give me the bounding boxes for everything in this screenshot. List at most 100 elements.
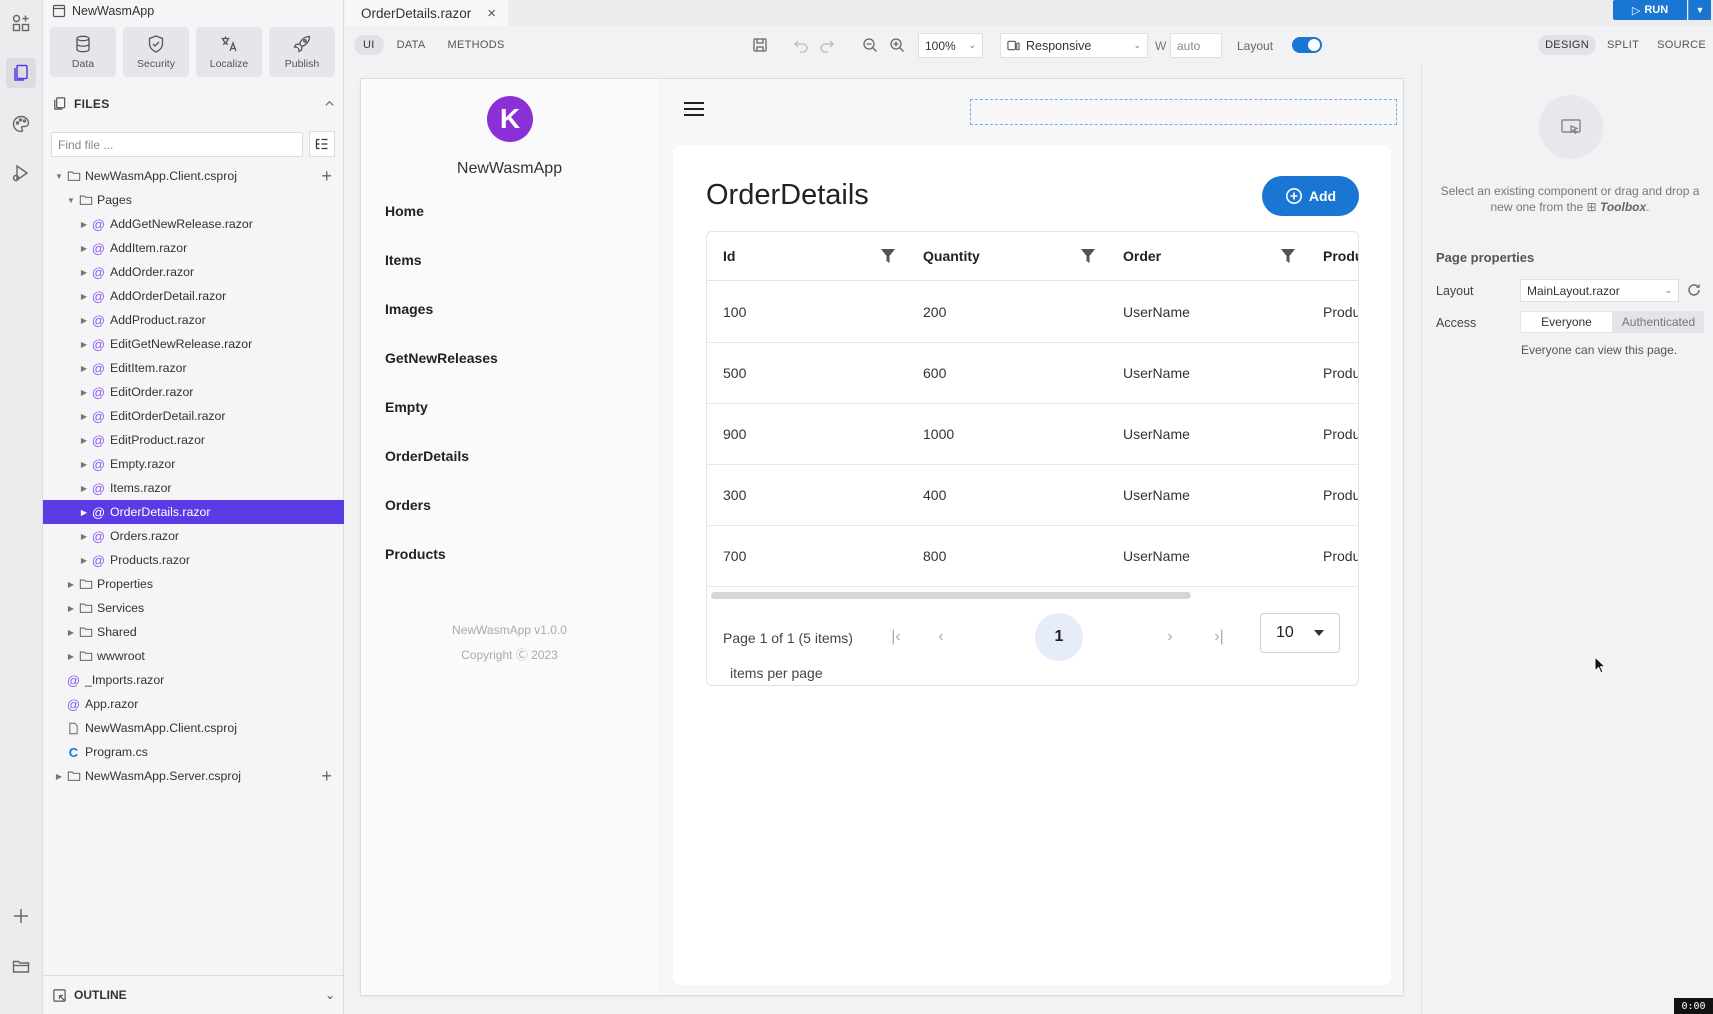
file-tree-item[interactable]: ▶ @ AddGetNewRelease.razor	[43, 212, 344, 236]
run-options-dropdown[interactable]: ▼	[1688, 0, 1711, 20]
tab-methods[interactable]: METHODS	[439, 35, 514, 55]
first-page-icon[interactable]: |‹	[886, 627, 906, 647]
caret-right-icon[interactable]: ▶	[78, 436, 90, 445]
design-canvas[interactable]: K NewWasmApp Home Items Images GetNewReleas…	[361, 79, 1403, 995]
file-tree-item[interactable]: ▶ @ Products.razor	[43, 548, 344, 572]
file-tree-item[interactable]: ▶ @ AddItem.razor	[43, 236, 344, 260]
file-tree-item[interactable]: ▶ wwwroot	[43, 644, 344, 668]
preview-nav-item[interactable]: Images	[385, 301, 433, 317]
chevron-down-icon[interactable]: ⌄	[325, 988, 335, 1002]
tab-data[interactable]: DATA	[388, 35, 435, 55]
tab-source[interactable]: SOURCE	[1650, 35, 1713, 55]
responsive-select[interactable]: Responsive ⌄	[1000, 33, 1148, 58]
file-tree-item[interactable]: @ _Imports.razor	[43, 668, 344, 692]
next-page-icon[interactable]: ›	[1160, 627, 1180, 647]
file-tree-item[interactable]: @ App.razor	[43, 692, 344, 716]
caret-right-icon[interactable]: ▶	[78, 316, 90, 325]
table-row[interactable]: 300 400 UserName Produ	[707, 465, 1358, 526]
files-section-header[interactable]: FILES	[52, 96, 335, 111]
table-row[interactable]: 900 1000 UserName Produ	[707, 404, 1358, 465]
file-tree-item[interactable]: ▶ @ OrderDetails.razor	[43, 500, 344, 524]
file-tree-item[interactable]: ▶ @ AddOrder.razor	[43, 260, 344, 284]
preview-nav-item[interactable]: Products	[385, 546, 446, 562]
chevron-up-icon[interactable]	[324, 98, 335, 109]
caret-right-icon[interactable]: ▶	[78, 508, 90, 517]
file-tree-item[interactable]: ▶ @ Items.razor	[43, 476, 344, 500]
caret-right-icon[interactable]: ▶	[78, 364, 90, 373]
tab-ui[interactable]: UI	[354, 35, 384, 55]
caret-right-icon[interactable]: ▶	[78, 220, 90, 229]
add-button[interactable]: Add	[1262, 176, 1359, 216]
grid-column-header[interactable]: Produ	[1307, 232, 1358, 280]
file-tree-item[interactable]: ▶ @ Orders.razor	[43, 524, 344, 548]
header-placeholder-selection[interactable]	[970, 99, 1397, 125]
file-tree-item[interactable]: ▶ NewWasmApp.Server.csproj +	[43, 764, 344, 788]
grid-column-header[interactable]: Quantity	[907, 232, 1107, 280]
filter-icon[interactable]	[1281, 248, 1295, 264]
layout-toggle[interactable]	[1292, 37, 1322, 53]
file-tree-item[interactable]: ▼ Pages	[43, 188, 344, 212]
caret-right-icon[interactable]: ▶	[65, 652, 77, 661]
table-row[interactable]: 500 600 UserName Produ	[707, 343, 1358, 404]
undo-icon[interactable]	[792, 36, 810, 54]
file-tree-item[interactable]: ▶ @ EditItem.razor	[43, 356, 344, 380]
data-button[interactable]: Data	[50, 27, 116, 77]
caret-right-icon[interactable]: ▶	[65, 628, 77, 637]
table-row[interactable]: 700 800 UserName Produ	[707, 526, 1358, 587]
run-button[interactable]: ▷ RUN	[1613, 0, 1687, 20]
add-icon[interactable]	[6, 901, 36, 931]
layout-select[interactable]: MainLayout.razor ⌄	[1520, 279, 1679, 302]
file-tree-item[interactable]: ▶ @ EditProduct.razor	[43, 428, 344, 452]
caret-right-icon[interactable]: ▶	[78, 484, 90, 493]
caret-right-icon[interactable]: ▶	[78, 556, 90, 565]
toolbox-link[interactable]: Toolbox	[1600, 200, 1646, 214]
preview-nav-item[interactable]: Orders	[385, 497, 431, 513]
tab-order-details[interactable]: OrderDetails.razor ×	[345, 0, 508, 26]
file-tree-item[interactable]: ▶ @ AddOrderDetail.razor	[43, 284, 344, 308]
file-tree-item[interactable]: ▶ Shared	[43, 620, 344, 644]
file-tree-item[interactable]: NewWasmApp.Client.csproj	[43, 716, 344, 740]
preview-nav-item[interactable]: Home	[385, 203, 424, 219]
caret-down-icon[interactable]: ▼	[53, 172, 65, 181]
preview-nav-item[interactable]: Items	[385, 252, 422, 268]
tab-split[interactable]: SPLIT	[1600, 35, 1646, 55]
access-authenticated-option[interactable]: Authenticated	[1613, 311, 1704, 333]
file-tree-item[interactable]: ▼ NewWasmApp.Client.csproj +	[43, 164, 344, 188]
palette-icon[interactable]	[6, 109, 36, 139]
preview-nav-item[interactable]: Empty	[385, 399, 428, 415]
file-tree-item[interactable]: ▶ @ EditGetNewRelease.razor	[43, 332, 344, 356]
file-tree-item[interactable]: ▶ @ AddProduct.razor	[43, 308, 344, 332]
last-page-icon[interactable]: ›|	[1209, 627, 1229, 647]
previous-page-icon[interactable]: ‹	[931, 627, 951, 647]
caret-right-icon[interactable]: ▶	[65, 580, 77, 589]
file-tree-item[interactable]: ▶ @ EditOrder.razor	[43, 380, 344, 404]
horizontal-scrollbar[interactable]	[711, 592, 1191, 599]
preview-nav-item[interactable]: GetNewReleases	[385, 350, 498, 366]
caret-right-icon[interactable]: ▶	[78, 244, 90, 253]
security-button[interactable]: Security	[123, 27, 189, 77]
caret-right-icon[interactable]: ▶	[78, 388, 90, 397]
redo-icon[interactable]	[818, 36, 836, 54]
caret-down-icon[interactable]: ▼	[65, 196, 77, 205]
tab-design[interactable]: DESIGN	[1538, 35, 1597, 55]
access-everyone-option[interactable]: Everyone	[1521, 312, 1612, 332]
find-file-input[interactable]	[51, 132, 303, 157]
outline-section-header[interactable]: OUTLINE ⌄	[43, 975, 344, 1014]
filter-icon[interactable]	[881, 248, 895, 264]
preview-nav-item[interactable]: OrderDetails	[385, 448, 469, 464]
refresh-icon[interactable]	[1686, 282, 1702, 298]
caret-right-icon[interactable]: ▶	[78, 340, 90, 349]
filter-icon[interactable]	[1081, 248, 1095, 264]
debug-run-icon[interactable]	[6, 158, 36, 188]
file-tree-item[interactable]: ▶ Properties	[43, 572, 344, 596]
page-size-select[interactable]: 10	[1260, 613, 1340, 653]
caret-right-icon[interactable]: ▶	[78, 532, 90, 541]
file-tree-item[interactable]: ▶ Services	[43, 596, 344, 620]
zoom-out-icon[interactable]	[861, 36, 879, 54]
save-icon[interactable]	[751, 36, 769, 54]
open-folder-icon[interactable]	[6, 951, 36, 981]
caret-right-icon[interactable]: ▶	[53, 772, 65, 781]
caret-right-icon[interactable]: ▶	[78, 412, 90, 421]
add-file-icon[interactable]: +	[321, 766, 332, 787]
close-icon[interactable]: ×	[487, 5, 496, 22]
